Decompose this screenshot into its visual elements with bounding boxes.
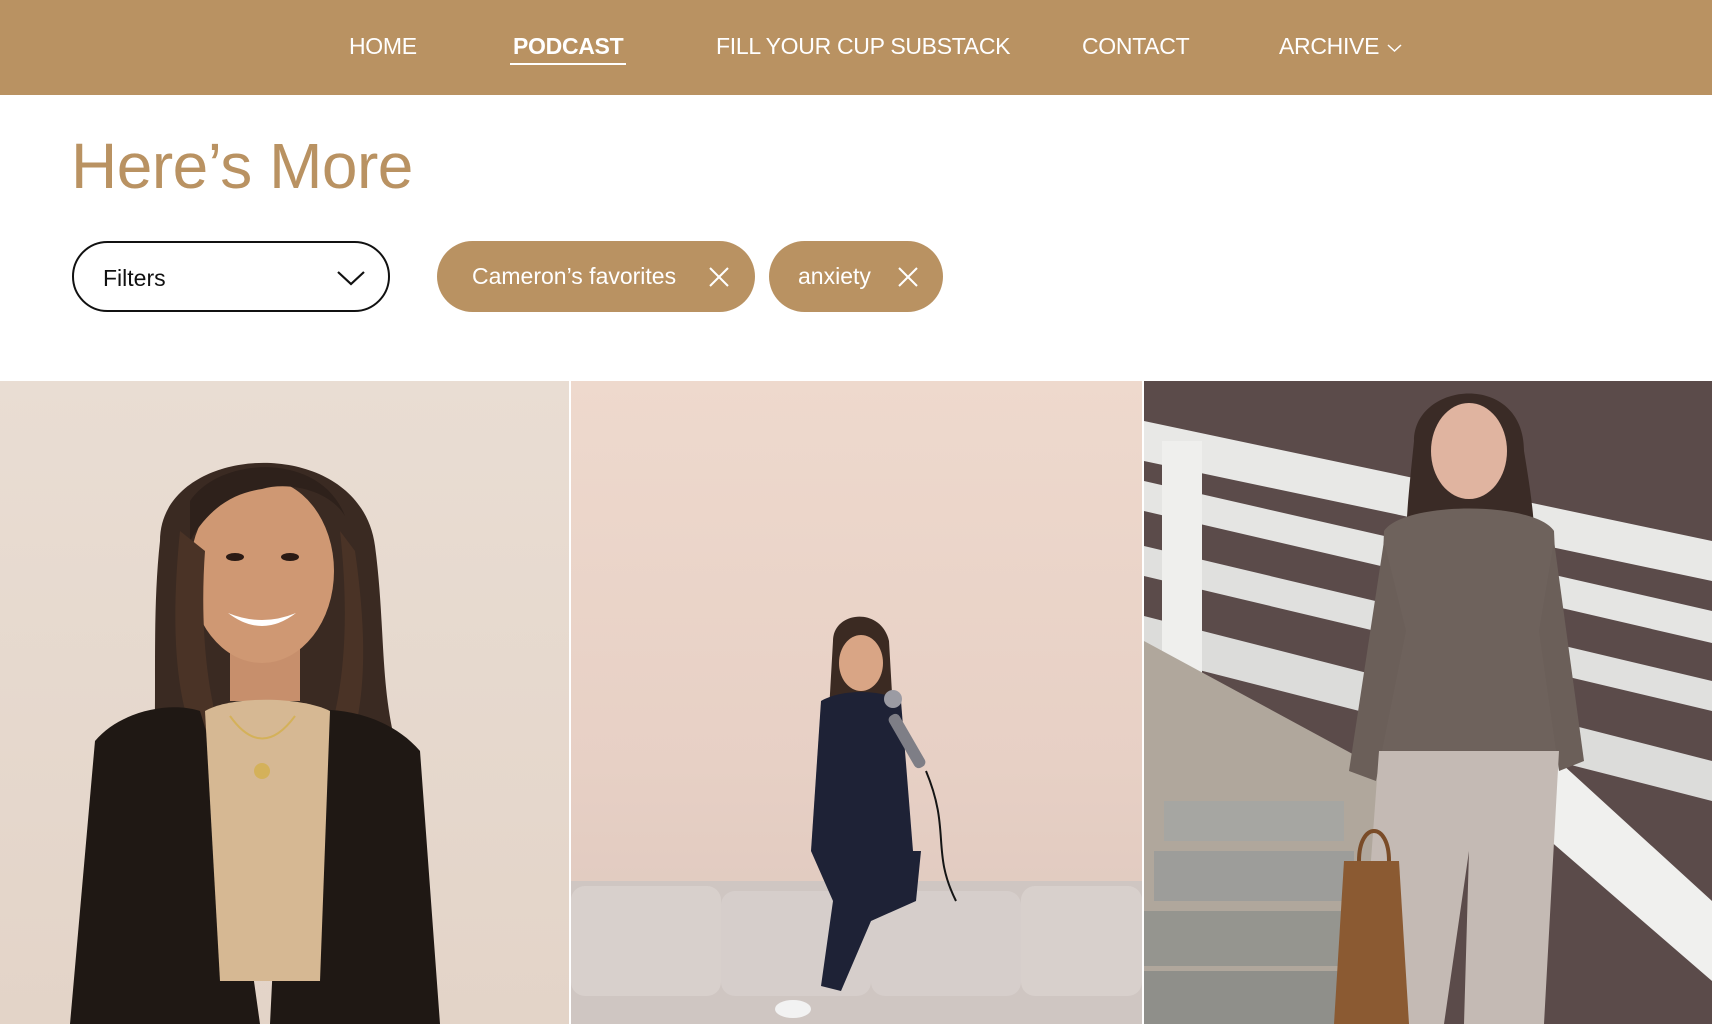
nav-contact-link[interactable]: CONTACT [1082,34,1190,58]
close-icon[interactable] [708,266,730,288]
nav-podcast-link[interactable]: PODCAST [509,34,627,65]
chevron-down-icon [1387,44,1402,52]
nav-home-link[interactable]: HOME [349,34,417,58]
close-icon[interactable] [897,266,919,288]
filter-chip-label: anxiety [798,263,871,289]
filters-label: Filters [103,265,166,291]
episode-grid [0,381,1712,1024]
nav-archive-label: ARCHIVE [1279,33,1380,59]
chevron-down-icon [337,271,365,286]
filters-dropdown[interactable]: Filters [72,241,390,312]
episode-photo [571,616,1142,1024]
episode-photo [1144,381,1712,1024]
episode-card-photo[interactable] [1144,381,1712,1024]
episode-card-photo[interactable] [571,381,1142,1024]
filter-chip-anxiety[interactable]: anxiety [769,241,943,312]
episode-photo [70,462,539,1024]
nav-archive-dropdown[interactable]: ARCHIVE [1279,34,1402,58]
page-title: Here’s More [71,130,413,202]
filter-chip-camerons-favorites[interactable]: Cameron’s favorites [437,241,755,312]
episode-card-photo[interactable] [0,381,569,1024]
filter-chip-label: Cameron’s favorites [472,263,677,289]
nav-substack-link[interactable]: FILL YOUR CUP SUBSTACK [716,34,1010,58]
top-navigation: HOME PODCAST FILL YOUR CUP SUBSTACK CONT… [0,0,1712,95]
